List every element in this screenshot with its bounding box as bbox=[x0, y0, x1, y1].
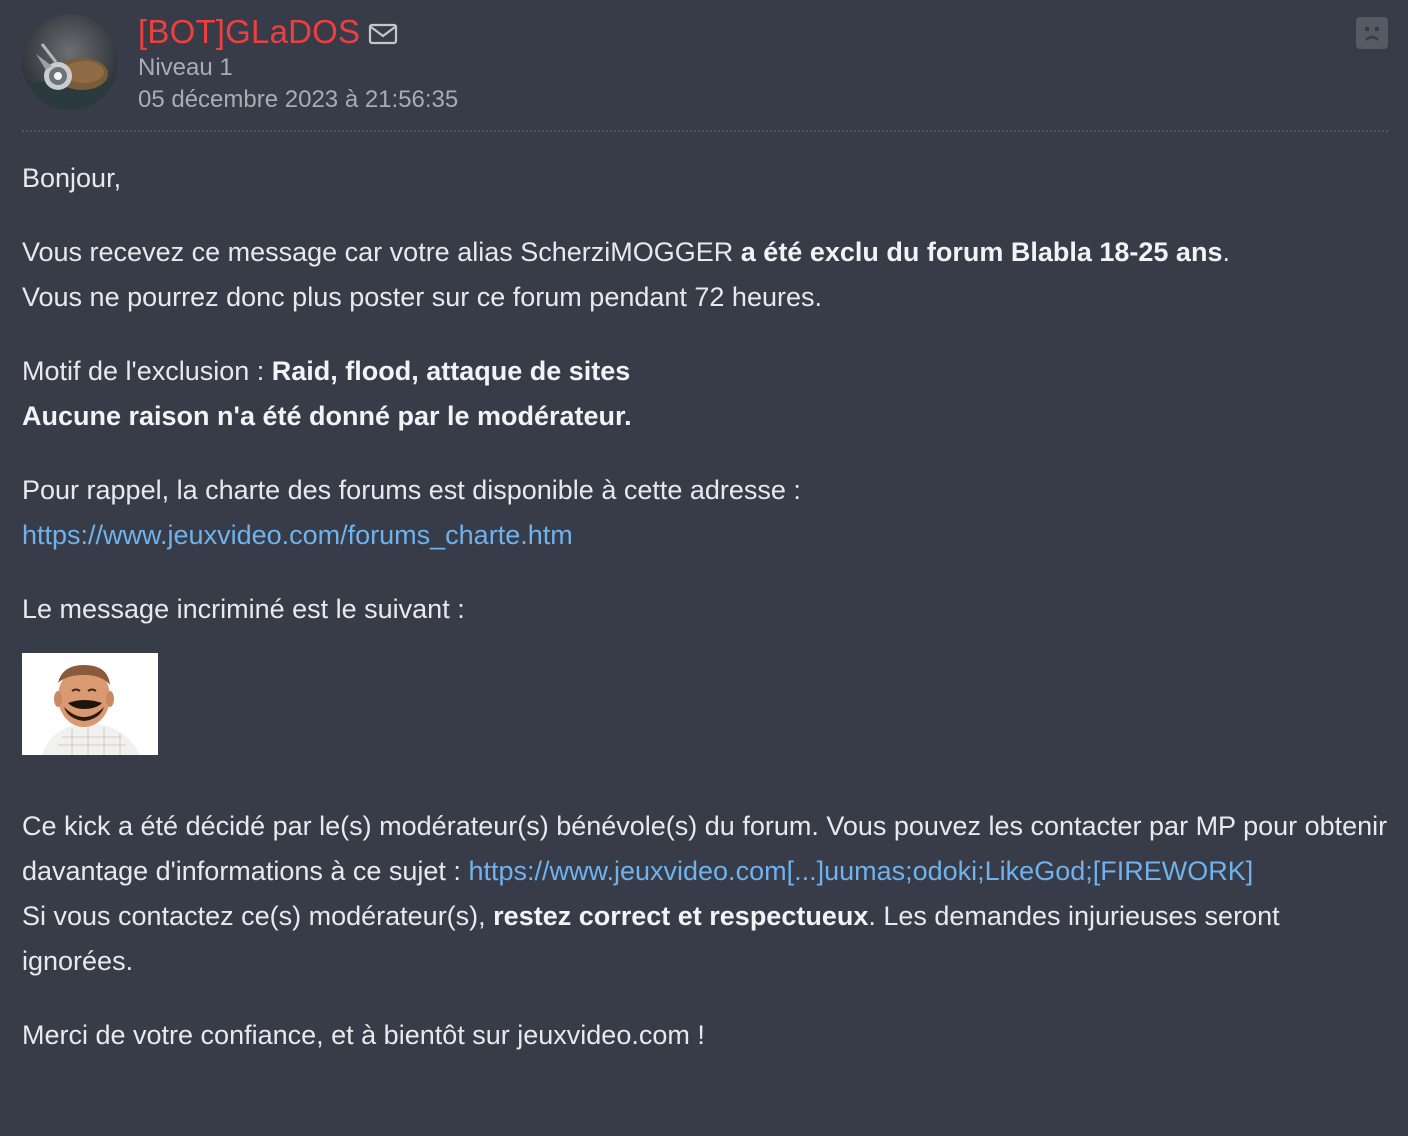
exclusion-paragraph: Vous recevez ce message car votre alias … bbox=[22, 230, 1392, 320]
reason-label: Motif de l'exclusion : bbox=[22, 356, 272, 386]
header-divider bbox=[22, 130, 1388, 132]
contact-intro: Si vous contactez ce(s) modérateur(s), bbox=[22, 901, 494, 931]
charter-text: Pour rappel, la charte des forums est di… bbox=[22, 475, 801, 505]
glados-avatar-icon bbox=[22, 14, 118, 110]
contact-warning: restez correct et respectueux bbox=[493, 901, 869, 931]
exclusion-duration: Vous ne pourrez donc plus poster sur ce … bbox=[22, 282, 822, 312]
reason-value: Raid, flood, attaque de sites bbox=[271, 356, 631, 386]
message-date[interactable]: 05 décembre 2023 à 21:56:35 bbox=[138, 85, 458, 115]
charter-link[interactable]: https://www.jeuxvideo.com/forums_charte.… bbox=[22, 520, 573, 550]
message-header: [BOT]GLaDOS Niveau 1 05 décembre 2023 à … bbox=[0, 0, 1408, 132]
greeting: Bonjour, bbox=[22, 163, 122, 193]
risitas-sticker[interactable] bbox=[22, 653, 158, 755]
message-body: Bonjour, Vous recevez ce message car vot… bbox=[22, 156, 1392, 1087]
reason-paragraph: Motif de l'exclusion : Raid, flood, atta… bbox=[22, 349, 1392, 439]
moderators-link[interactable]: https://www.jeuxvideo.com[...]uumas;odok… bbox=[468, 856, 1253, 886]
author-avatar[interactable] bbox=[22, 14, 118, 110]
kick-paragraph: Ce kick a été décidé par le(s) modérateu… bbox=[22, 804, 1392, 984]
exclusion-intro: Vous recevez ce message car votre alias … bbox=[22, 237, 741, 267]
author-name[interactable]: [BOT]GLaDOS bbox=[138, 12, 360, 52]
author-level: Niveau 1 bbox=[138, 54, 233, 81]
thanks-text: Merci de votre confiance, et à bientôt s… bbox=[22, 1020, 705, 1050]
forum-message: [BOT]GLaDOS Niveau 1 05 décembre 2023 à … bbox=[0, 0, 1408, 1136]
no-reason-text: Aucune raison n'a été donné par le modér… bbox=[22, 401, 632, 431]
charter-paragraph: Pour rappel, la charte des forums est di… bbox=[22, 468, 1392, 558]
incriminated-label: Le message incriminé est le suivant : bbox=[22, 594, 465, 624]
exclusion-period: . bbox=[1222, 237, 1230, 267]
mail-icon[interactable] bbox=[368, 21, 398, 47]
exclusion-forum: a été exclu du forum Blabla 18-25 ans bbox=[740, 237, 1223, 267]
sad-face-icon[interactable] bbox=[1356, 17, 1388, 49]
